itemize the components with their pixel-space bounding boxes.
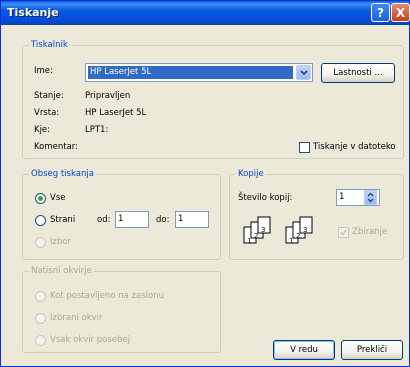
cancel-button-label: Prekliči <box>356 345 388 355</box>
spinner-arrows-icon <box>367 192 374 203</box>
range-pages-label[interactable]: Strani <box>50 215 75 226</box>
page-num-2b: 2 <box>296 232 301 240</box>
print-range-group: Obseg tiskanja Vse Strani od: 1 do: 1 Iz… <box>22 169 221 260</box>
frames-each-radio[interactable] <box>35 335 46 346</box>
checkmark-icon <box>339 229 348 236</box>
page-num-1b: 1 <box>289 237 294 245</box>
copies-group: Kopije Število kopij: 1 1 2 3 1 2 3 Zbir… <box>229 169 404 260</box>
range-selection-radio[interactable] <box>35 237 46 248</box>
printer-legend: Tiskalnik <box>29 40 70 51</box>
range-all-label[interactable]: Vse <box>50 193 65 204</box>
printer-select[interactable]: HP LaserJet 5L <box>85 63 313 82</box>
print-to-file-label[interactable]: Tiskanje v datoteko <box>313 142 396 153</box>
close-icon: X <box>395 5 406 20</box>
title-bar[interactable]: Tiskanje ? X <box>1 1 410 25</box>
frames-selected-radio[interactable] <box>35 313 46 324</box>
help-icon: ? <box>377 5 384 20</box>
comment-label: Komentar: <box>34 142 78 152</box>
collate-checkbox[interactable] <box>338 227 349 238</box>
print-range-legend: Obseg tiskanja <box>29 169 96 180</box>
print-frames-group: Natisni okvirje Kot postavljeno na zaslo… <box>22 266 221 353</box>
frames-as-shown-label[interactable]: Kot postavljeno na zaslonu <box>50 291 164 302</box>
properties-button-label: Lastnosti ... <box>333 68 383 78</box>
page-num-2a: 2 <box>254 232 259 240</box>
dropdown-button[interactable] <box>296 65 311 80</box>
ok-button-label: V redu <box>290 345 318 355</box>
copies-count-label: Število kopij: <box>238 193 293 203</box>
frames-as-shown-radio[interactable] <box>35 291 46 302</box>
ok-button[interactable]: V redu <box>273 340 335 360</box>
from-input[interactable]: 1 <box>115 211 149 228</box>
print-frames-legend: Natisni okvirje <box>29 266 94 277</box>
chevron-down-icon <box>299 69 308 75</box>
print-to-file-checkbox[interactable] <box>299 142 310 153</box>
help-button[interactable]: ? <box>371 3 390 22</box>
copies-legend: Kopije <box>236 169 266 180</box>
to-label: do: <box>156 215 170 225</box>
range-pages-radio[interactable] <box>35 215 46 226</box>
cancel-button[interactable]: Prekliči <box>341 340 403 360</box>
printer-select-value: HP LaserJet 5L <box>88 66 293 79</box>
window-title: Tiskanje <box>7 6 59 19</box>
name-label: Ime: <box>34 66 53 76</box>
printer-group: Tiskalnik Ime: HP LaserJet 5L Lastnosti … <box>22 40 404 159</box>
range-all-radio[interactable] <box>35 193 46 204</box>
page-num-3a: 3 <box>261 226 266 234</box>
close-button[interactable]: X <box>391 3 410 22</box>
type-label: Vrsta: <box>34 108 60 118</box>
from-label: od: <box>97 215 111 225</box>
status-label: Stanje: <box>34 91 64 101</box>
page-num-3b: 3 <box>303 226 308 234</box>
collate-label[interactable]: Zbiranje <box>352 227 387 238</box>
status-value: Pripravljen <box>85 91 131 101</box>
properties-button[interactable]: Lastnosti ... <box>321 63 395 83</box>
where-value: LPT1: <box>85 125 109 135</box>
collate-illustration: 1 2 3 1 2 3 <box>242 215 338 251</box>
to-input[interactable]: 1 <box>175 211 209 228</box>
page-num-1a: 1 <box>247 237 252 245</box>
frames-selected-label[interactable]: Izbrani okvir <box>50 313 103 324</box>
copies-spinner[interactable] <box>364 190 377 205</box>
range-selection-label[interactable]: Izbor <box>50 237 71 248</box>
where-label: Kje: <box>34 125 51 135</box>
print-dialog: Tiskanje ? X Tiskalnik Ime: HP LaserJet … <box>0 0 410 367</box>
frames-each-label[interactable]: Vsak okvir posebej <box>50 335 130 346</box>
type-value: HP LaserJet 5L <box>85 108 147 118</box>
